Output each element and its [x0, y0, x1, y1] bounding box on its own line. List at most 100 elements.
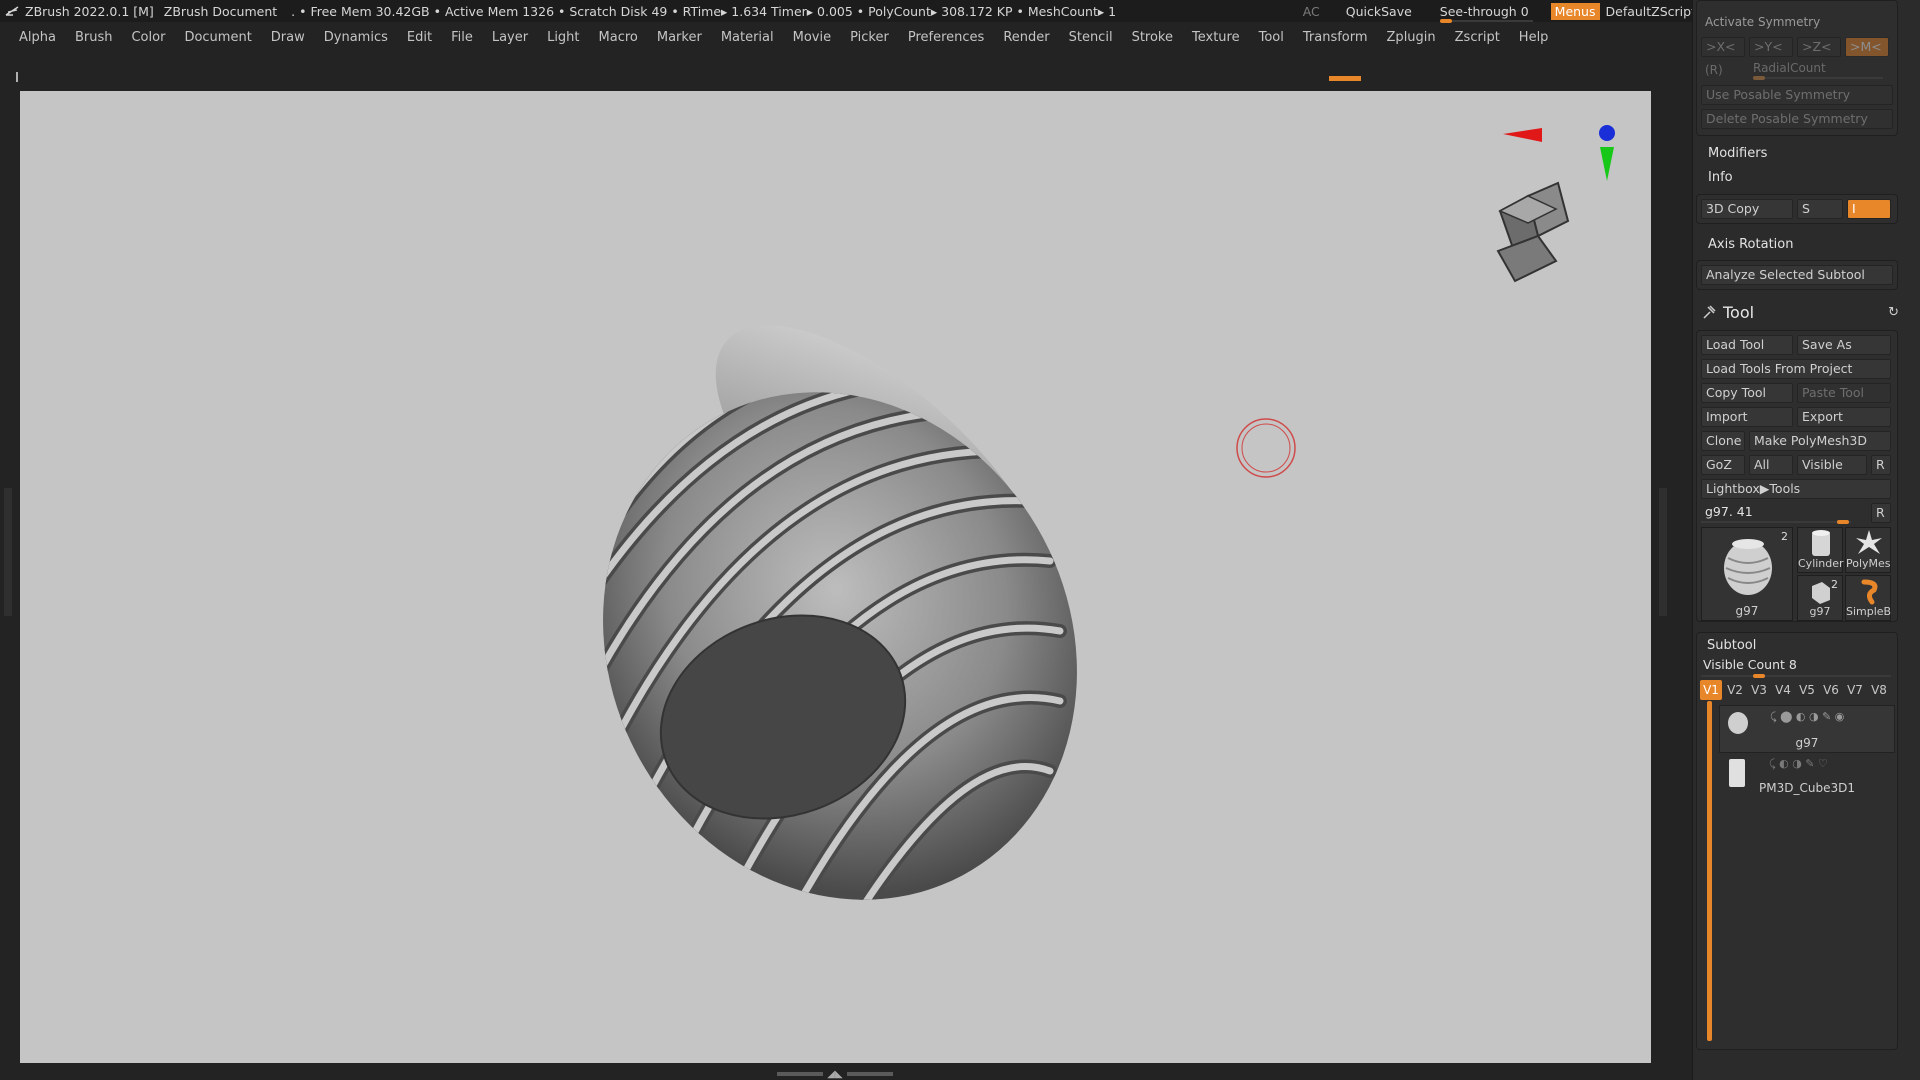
radial-count-track [1753, 76, 1883, 80]
subtool-item-g97[interactable]: ⤹ ⬤ ◐ ◑ ✎ ◉ g97 [1719, 705, 1895, 753]
goz-button[interactable]: GoZ [1701, 455, 1745, 475]
quicksave-button[interactable]: QuickSave [1346, 4, 1412, 19]
copy3d-section: 3D Copy S I [1696, 194, 1898, 224]
menu-brush[interactable]: Brush [75, 30, 113, 45]
tool-thumb-simplebrush[interactable]: SimpleB [1845, 575, 1891, 621]
menu-file[interactable]: File [451, 30, 473, 45]
menu-zplugin[interactable]: Zplugin [1387, 30, 1436, 45]
right-tray-handle[interactable] [1659, 488, 1667, 616]
menu-preferences[interactable]: Preferences [908, 30, 984, 45]
menu-layer[interactable]: Layer [492, 30, 528, 45]
load-tools-from-project-button[interactable]: Load Tools From Project [1701, 359, 1891, 379]
goz-all-button[interactable]: All [1749, 455, 1793, 475]
visibility-tab-v7[interactable]: V7 [1844, 680, 1866, 700]
navigation-gizmo[interactable] [1496, 125, 1615, 283]
tool-thumb-polymesh[interactable]: PolyMes [1845, 527, 1891, 573]
import-button[interactable]: Import [1701, 407, 1793, 427]
ac-toggle[interactable]: AC [1303, 4, 1320, 19]
radial-count-slider[interactable]: RadialCount [1753, 61, 1826, 75]
goz-visible-button[interactable]: Visible [1797, 455, 1867, 475]
menu-edit[interactable]: Edit [407, 30, 432, 45]
left-tray-handle[interactable] [4, 488, 12, 616]
menu-material[interactable]: Material [721, 30, 774, 45]
3d-copy-i-slider[interactable]: I [1847, 199, 1891, 219]
symmetry-x-toggle[interactable]: >X< [1701, 37, 1745, 57]
subtool-scrollbar[interactable] [1707, 701, 1712, 1041]
tool-thumb-g97-small[interactable]: 2 g97 [1797, 575, 1843, 621]
bottom-tray-handle[interactable]: ◢◣ [771, 1068, 899, 1080]
visibility-tab-v4[interactable]: V4 [1772, 680, 1794, 700]
subtool-toggle-icons[interactable]: ⤹ ◐ ◑ ✎ ♡ [1769, 757, 1828, 771]
title-bar: ZBrush 2022.0.1 [M] ZBrush Document . • … [0, 0, 1920, 23]
menu-draw[interactable]: Draw [271, 30, 305, 45]
activate-symmetry-button[interactable]: Activate Symmetry [1705, 15, 1820, 29]
current-tool-track [1701, 520, 1851, 524]
delete-posable-symmetry-button[interactable]: Delete Posable Symmetry [1701, 109, 1893, 129]
tool-thumb-cylinder[interactable]: Cylinder [1797, 527, 1844, 573]
info-header[interactable]: Info [1708, 170, 1733, 185]
use-posable-symmetry-button[interactable]: Use Posable Symmetry [1701, 85, 1893, 105]
menu-stencil[interactable]: Stencil [1069, 30, 1113, 45]
menu-light[interactable]: Light [547, 30, 579, 45]
menu-tool[interactable]: Tool [1259, 30, 1284, 45]
thumb-count: 2 [1781, 530, 1788, 543]
visibility-tab-v2[interactable]: V2 [1724, 680, 1746, 700]
visible-count-slider[interactable]: Visible Count 8 [1703, 657, 1797, 672]
menu-macro[interactable]: Macro [599, 30, 638, 45]
app-title: ZBrush 2022.0.1 [M] [25, 3, 154, 19]
subtool-item-cube[interactable]: ⤹ ◐ ◑ ✎ ♡ PM3D_Cube3D1 [1719, 753, 1895, 801]
menu-help[interactable]: Help [1519, 30, 1549, 45]
export-button[interactable]: Export [1797, 407, 1891, 427]
make-polymesh3d-button[interactable]: Make PolyMesh3D [1749, 431, 1891, 451]
visibility-tab-v6[interactable]: V6 [1820, 680, 1842, 700]
analyze-selected-subtool-button[interactable]: Analyze Selected Subtool [1701, 265, 1893, 285]
tool-palette-header[interactable]: Tool ↻ [1693, 298, 1920, 328]
menu-marker[interactable]: Marker [657, 30, 702, 45]
visibility-tab-v3[interactable]: V3 [1748, 680, 1770, 700]
radial-r-toggle[interactable]: (R) [1705, 63, 1723, 77]
menu-texture[interactable]: Texture [1192, 30, 1240, 45]
visibility-tab-v5[interactable]: V5 [1796, 680, 1818, 700]
visibility-tab-v8[interactable]: V8 [1868, 680, 1890, 700]
3d-copy-button[interactable]: 3D Copy [1701, 199, 1793, 219]
clone-button[interactable]: Clone [1701, 431, 1745, 451]
symmetry-m-toggle[interactable]: >M< [1845, 37, 1889, 57]
canvas-viewport[interactable] [20, 91, 1651, 1063]
menu-dynamics[interactable]: Dynamics [324, 30, 388, 45]
subtool-header[interactable]: Subtool [1707, 638, 1756, 653]
visible-count-track [1701, 674, 1891, 678]
lightbox-tools-button[interactable]: Lightbox▶Tools [1701, 479, 1891, 499]
menu-stroke[interactable]: Stroke [1132, 30, 1173, 45]
shelf-orange-indicator[interactable] [1329, 76, 1361, 81]
paste-tool-button[interactable]: Paste Tool [1797, 383, 1891, 403]
goz-r-button[interactable]: R [1871, 455, 1891, 475]
current-tool-slider[interactable]: g97. 41 [1705, 504, 1753, 519]
save-as-button[interactable]: Save As [1797, 335, 1891, 355]
symmetry-z-toggle[interactable]: >Z< [1797, 37, 1841, 57]
menu-render[interactable]: Render [1003, 30, 1049, 45]
subtool-toggle-icons[interactable]: ⤹ ⬤ ◐ ◑ ✎ ◉ [1770, 710, 1844, 724]
pin-icon[interactable] [1701, 304, 1717, 323]
axis-rotation-header[interactable]: Axis Rotation [1708, 237, 1793, 252]
menu-movie[interactable]: Movie [793, 30, 831, 45]
menus-toggle[interactable]: Menus [1550, 2, 1600, 20]
3d-copy-s-button[interactable]: S [1797, 199, 1843, 219]
menu-alpha[interactable]: Alpha [19, 30, 56, 45]
modifiers-header[interactable]: Modifiers [1708, 146, 1767, 161]
copy-tool-button[interactable]: Copy Tool [1701, 383, 1793, 403]
symmetry-y-toggle[interactable]: >Y< [1749, 37, 1793, 57]
visibility-tab-v1[interactable]: V1 [1700, 680, 1722, 700]
menu-color[interactable]: Color [131, 30, 165, 45]
menu-zscript[interactable]: Zscript [1455, 30, 1500, 45]
tool-title: Tool [1723, 303, 1755, 322]
default-zscript-button[interactable]: DefaultZScript [1606, 4, 1697, 19]
load-tool-button[interactable]: Load Tool [1701, 335, 1793, 355]
thumb-label: g97 [1809, 605, 1831, 618]
reset-icon[interactable]: ↻ [1888, 305, 1899, 320]
current-tool-r-button[interactable]: R [1871, 503, 1891, 523]
see-through-slider[interactable]: See-through 0 [1439, 4, 1533, 23]
menu-transform[interactable]: Transform [1303, 30, 1368, 45]
menu-picker[interactable]: Picker [850, 30, 889, 45]
tool-thumb-g97-large[interactable]: 2 g97 [1701, 527, 1793, 621]
menu-document[interactable]: Document [184, 30, 251, 45]
